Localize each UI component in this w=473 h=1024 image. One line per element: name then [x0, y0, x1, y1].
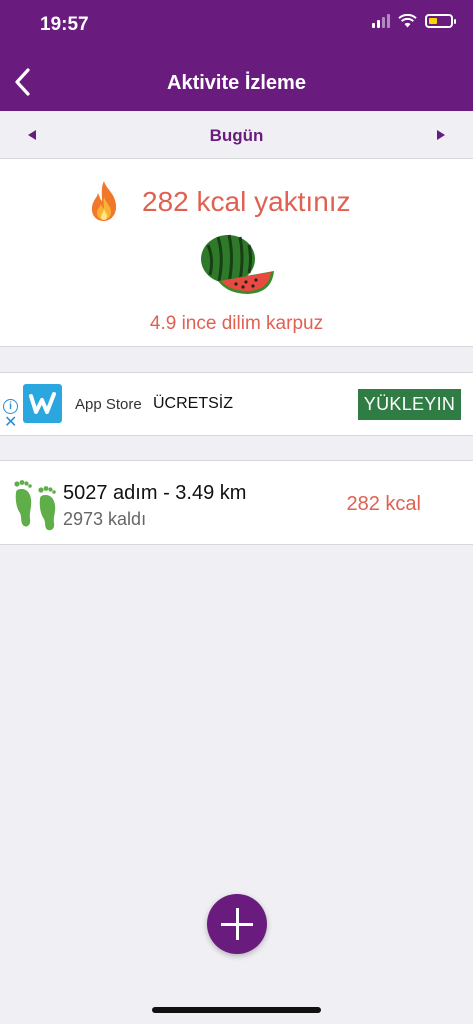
ad-info-icon[interactable]: i — [3, 399, 18, 414]
cellular-signal-icon — [372, 14, 390, 28]
footprints-icon — [14, 480, 56, 531]
date-label: Bugün — [209, 126, 264, 145]
status-bar: 19:57 — [0, 0, 473, 50]
steps-distance-text: 5027 adım - 3.49 km — [63, 482, 247, 504]
home-indicator — [152, 1007, 321, 1013]
ad-store-label: App Store — [75, 396, 142, 413]
status-icons — [372, 14, 456, 28]
status-time: 19:57 — [40, 14, 89, 35]
date-selector: Bugün — [0, 111, 473, 159]
triangle-right-icon — [437, 130, 445, 140]
app-logo-icon[interactable] — [23, 384, 62, 423]
steps-kcal-text: 282 kcal — [346, 493, 422, 515]
steps-activity-row[interactable]: 5027 adım - 3.49 km 2973 kaldı 282 kcal — [0, 460, 473, 545]
calorie-summary-card: 282 kcal yaktınız 4.9 ince dilim karpuz — [0, 159, 473, 347]
battery-icon — [425, 14, 456, 28]
page-title: Aktivite İzleme — [167, 72, 306, 94]
wish-logo-icon — [29, 392, 56, 414]
next-day-button[interactable] — [429, 123, 453, 147]
wifi-icon — [398, 14, 417, 28]
ad-banner[interactable]: i ✕ App Store ÜCRETSİZ YÜKLEYIN — [0, 372, 473, 436]
flame-icon — [91, 181, 117, 221]
food-equivalent-text: 4.9 ince dilim karpuz — [149, 313, 324, 334]
watermelon-icon — [201, 234, 274, 294]
install-button[interactable]: YÜKLEYIN — [358, 389, 461, 420]
ad-price-label: ÜCRETSİZ — [153, 395, 233, 412]
ad-close-icon[interactable]: ✕ — [4, 415, 17, 431]
steps-remaining-text: 2973 kaldı — [63, 509, 147, 529]
calories-burned-text: 282 kcal yaktınız — [142, 186, 351, 217]
add-activity-button[interactable] — [207, 894, 267, 954]
app-header: 19:57 Aktivite İzleme — [0, 0, 473, 111]
